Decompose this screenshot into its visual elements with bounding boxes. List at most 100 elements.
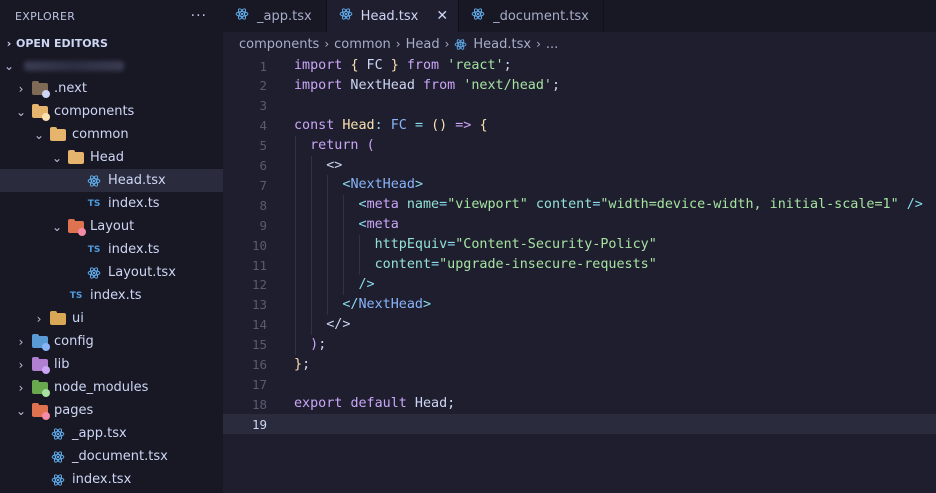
code-token: > <box>414 177 423 193</box>
code-line[interactable]: 10 httpEquiv="Content-Security-Policy" <box>223 235 936 256</box>
tab-app[interactable]: _app.tsx <box>223 0 327 32</box>
code-line[interactable]: 3 <box>223 96 936 116</box>
breadcrumb-components[interactable]: components <box>239 37 319 52</box>
tree-item-label: node_modules <box>54 380 149 395</box>
code-line[interactable]: 17 <box>223 374 936 394</box>
code-token: <> <box>326 157 343 173</box>
line-number: 18 <box>251 396 267 412</box>
tree-item-app-tsx[interactable]: ›_app.tsx <box>0 422 223 445</box>
tree-item-index-tsx[interactable]: ›index.tsx <box>0 468 223 491</box>
code-token: Head; <box>406 396 456 412</box>
explorer-title: EXPLORER <box>15 9 76 23</box>
code-line[interactable]: 9 <meta <box>223 215 936 236</box>
code-token: default <box>350 396 407 412</box>
code-line[interactable]: 8 <meta name="viewport" content="width=d… <box>223 195 936 216</box>
tree-item-document-tsx[interactable]: ›_document.tsx <box>0 445 223 468</box>
tree-item-index-ts[interactable]: ›TSindex.ts <box>0 192 223 215</box>
code-editor[interactable]: 1 import { FC } from 'react'; 2 import Next… <box>223 56 936 493</box>
line-number: 13 <box>251 297 267 313</box>
code-text: const Head: FC = () => { <box>294 116 488 136</box>
code-token: FC <box>358 58 391 73</box>
code-text: <meta name="viewport" content="width=dev… <box>294 195 923 215</box>
tree-item-next[interactable]: › .next <box>0 77 223 100</box>
code-line[interactable]: 5 return ( <box>223 135 936 156</box>
tree-item-ui[interactable]: › ui <box>0 307 223 330</box>
tab-label: _app.tsx <box>257 8 312 24</box>
breadcrumb: components › common › Head › Head.tsx › … <box>223 32 936 56</box>
code-token: ; <box>318 336 327 352</box>
tab-label: _document.tsx <box>493 8 589 24</box>
tree-item-index-ts[interactable]: ›TSindex.ts <box>0 238 223 261</box>
chevron-right-icon: › <box>18 334 24 349</box>
code-token: from <box>423 77 456 93</box>
code-line[interactable]: 2 import NextHead from 'next/head'; <box>223 76 936 96</box>
tree-item-label: index.ts <box>108 242 160 257</box>
tree-item-components[interactable]: ⌄ components <box>0 100 223 123</box>
open-editors-section[interactable]: › OPEN EDITORS <box>0 32 223 55</box>
tab-head[interactable]: Head.tsx ✕ <box>326 0 460 32</box>
breadcrumb-head-folder[interactable]: Head <box>406 37 440 52</box>
tree-item-layout-tsx[interactable]: ›Layout.tsx <box>0 261 223 284</box>
tree-item-label: lib <box>54 357 70 372</box>
code-token: const <box>294 117 335 133</box>
code-token: ; <box>302 356 311 372</box>
node-modules-folder-icon <box>32 379 50 397</box>
line-number: 11 <box>251 257 267 273</box>
chevron-down-icon: ⌄ <box>51 219 63 234</box>
code-line[interactable]: 15 ); <box>223 334 936 355</box>
breadcrumb-symbols[interactable]: ... <box>546 37 558 52</box>
code-line[interactable]: 16}; <box>223 355 936 375</box>
chevron-down-icon: ⌄ <box>3 59 15 73</box>
line-number: 8 <box>259 197 267 213</box>
code-line[interactable]: 4 const Head: FC = () => { <box>223 116 936 136</box>
tree-item-node-modules[interactable]: › node_modules <box>0 376 223 399</box>
close-icon[interactable]: ✕ <box>436 8 448 24</box>
code-token: import <box>294 77 343 93</box>
tree-item-lib[interactable]: › lib <box>0 353 223 376</box>
code-line[interactable]: 1 import { FC } from 'react'; <box>223 56 936 76</box>
typescript-icon: TS <box>87 244 101 255</box>
more-actions-icon[interactable]: ··· <box>191 8 207 24</box>
code-line[interactable]: 19 <box>223 414 936 435</box>
code-text: import NextHead from 'next/head'; <box>294 76 560 96</box>
code-token: "width=device-width, initial-scale=1" <box>600 197 899 213</box>
chevron-right-icon: › <box>6 37 12 50</box>
code-line[interactable]: 6 <> <box>223 155 936 176</box>
code-token: = <box>439 197 448 213</box>
tree-item-head[interactable]: ⌄ Head <box>0 146 223 169</box>
react-icon <box>454 38 467 51</box>
tree-item-config[interactable]: › config <box>0 330 223 353</box>
tree-item-label: config <box>54 334 94 349</box>
tab-document[interactable]: _document.tsx <box>459 0 604 32</box>
code-token: } <box>294 356 303 372</box>
tree-item-layout[interactable]: ⌄ Layout <box>0 215 223 238</box>
chevron-right-icon: › <box>36 311 42 326</box>
project-root[interactable]: ⌄ <box>0 55 223 77</box>
breadcrumb-head-file[interactable]: Head.tsx <box>473 37 531 52</box>
code-line[interactable]: 12 /> <box>223 274 936 295</box>
code-token: content <box>535 197 593 213</box>
code-line[interactable]: 14 </> <box>223 314 936 335</box>
tree-item-common[interactable]: ⌄ common <box>0 123 223 146</box>
line-number: 17 <box>251 376 267 392</box>
open-editors-label: OPEN EDITORS <box>16 37 108 50</box>
components-folder-icon <box>32 103 50 121</box>
tree-item-label: common <box>72 127 129 142</box>
code-text: export default Head; <box>294 394 455 414</box>
code-token: < <box>358 217 367 233</box>
code-line[interactable]: 13 </NextHead> <box>223 294 936 315</box>
tree-item-index-ts[interactable]: ›TSindex.ts <box>0 284 223 307</box>
code-line[interactable]: 18 export default Head; <box>223 394 936 414</box>
tree-item-label: pages <box>54 403 94 418</box>
breadcrumb-common[interactable]: common <box>334 37 391 52</box>
code-line[interactable]: 11 content="upgrade-insecure-requests" <box>223 255 936 275</box>
chevron-right-icon: › <box>18 380 24 395</box>
code-line[interactable]: 7 <NextHead> <box>223 175 936 196</box>
tree-item-pages[interactable]: ⌄ pages <box>0 399 223 422</box>
tree-item-head-tsx[interactable]: ›Head.tsx <box>0 169 223 192</box>
